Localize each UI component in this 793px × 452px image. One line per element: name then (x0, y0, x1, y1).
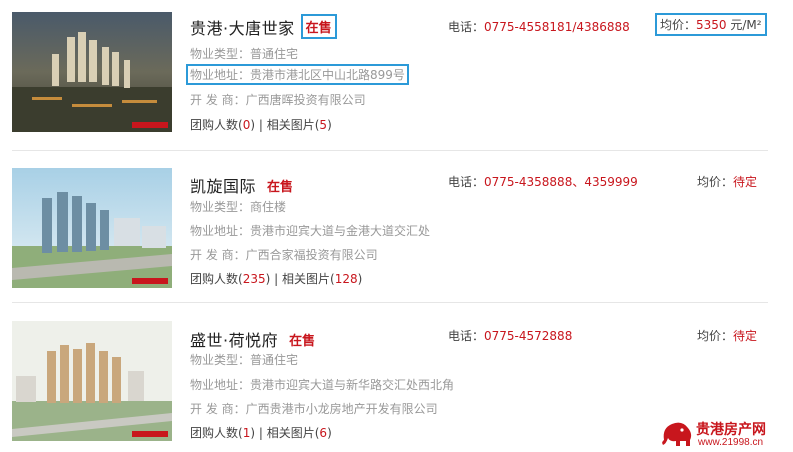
property-type-value: 普通住宅 (250, 353, 299, 367)
property-type: 物业类型：普通住宅 (190, 351, 298, 368)
property-type-value: 商住楼 (250, 200, 287, 214)
watermark-url: www.21998.cn (698, 437, 764, 448)
sale-status-badge: 在售 (300, 14, 337, 39)
developer-value: 广西贵港市小龙房地产开发有限公司 (245, 402, 438, 416)
site-watermark: 贵港房产网 www.21998.cn (660, 418, 788, 450)
property-type-label: 物业类型： (190, 200, 251, 214)
listing-thumbnail[interactable] (12, 168, 172, 288)
phone-value: 0775-4572888 (484, 329, 573, 343)
developer: 开 发 商：广西合家福投资有限公司 (190, 246, 378, 263)
listing-card: 贵港·大唐世家 在售 物业类型：普通住宅 物业地址：贵港市港北区中山北路899号… (0, 0, 793, 150)
property-type-value: 普通住宅 (250, 47, 299, 61)
price-unit: 元/M² (730, 18, 762, 32)
developer-label: 开 发 商： (190, 248, 246, 262)
listing-name[interactable]: 贵港·大唐世家 (190, 15, 295, 39)
separator: | (258, 426, 267, 440)
property-address-label: 物业地址： (190, 68, 251, 82)
photos-count: 5 (319, 118, 328, 132)
sale-status-badge: 在售 (267, 179, 294, 195)
listing-name[interactable]: 凯旋国际 (190, 173, 256, 197)
listing-name[interactable]: 盛世·荷悦府 (190, 327, 278, 351)
property-type: 物业类型：普通住宅 (190, 45, 298, 62)
property-address: 物业地址：贵港市港北区中山北路899号 (186, 64, 409, 85)
phone: 电话：0775-4558181/4386888 (448, 18, 630, 35)
group-buy-label: 团购人数 (190, 118, 239, 132)
phone: 电话：0775-4358888、4359999 (448, 173, 638, 190)
group-buy-link[interactable]: 团购人数(0) (190, 118, 255, 132)
aerial-render-image (12, 12, 172, 132)
property-address-label: 物业地址： (190, 224, 251, 238)
listing-thumbnail[interactable] (12, 321, 172, 441)
price-label: 均价： (697, 175, 734, 189)
price-value: 5350 (696, 18, 727, 32)
listing-title-row: 凯旋国际 在售 (190, 173, 296, 197)
property-address: 物业地址：贵港市迎宾大道与新华路交汇处西北角 (190, 376, 454, 393)
property-address-value: 贵港市港北区中山北路899号 (250, 68, 405, 82)
phone-label: 电话： (448, 329, 485, 343)
photos-link[interactable]: 相关图片(6) (267, 426, 332, 440)
photos-count: 128 (334, 272, 358, 286)
property-address: 物业地址：贵港市迎宾大道与金港大道交汇处 (190, 222, 430, 239)
photos-label: 相关图片 (266, 118, 315, 132)
price-value: 待定 (733, 175, 758, 189)
separator: | (258, 118, 267, 132)
property-address-value: 贵港市迎宾大道与新华路交汇处西北角 (250, 378, 455, 392)
phone-label: 电话： (448, 175, 485, 189)
group-buy-count: 0 (242, 118, 251, 132)
photos-label: 相关图片 (281, 272, 330, 286)
watermark-site-name: 贵港房产网 (696, 422, 766, 438)
developer: 开 发 商：广西唐晖投资有限公司 (190, 91, 366, 108)
average-price: 均价：待定 (697, 327, 757, 344)
property-type: 物业类型：商住楼 (190, 198, 286, 215)
photos-label: 相关图片 (266, 426, 315, 440)
phone-value: 0775-4558181/4386888 (484, 20, 630, 34)
price-value: 待定 (733, 329, 758, 343)
developer: 开 发 商：广西贵港市小龙房地产开发有限公司 (190, 400, 438, 417)
developer-label: 开 发 商： (190, 93, 246, 107)
price-label: 均价： (697, 329, 734, 343)
phone-value: 0775-4358888、4359999 (484, 175, 638, 189)
photos-link[interactable]: 相关图片(5) (267, 118, 332, 132)
phone: 电话：0775-4572888 (448, 327, 572, 344)
listing-title-row: 盛世·荷悦府 在售 (190, 327, 318, 351)
property-type-label: 物业类型： (190, 353, 251, 367)
property-address-value: 贵港市迎宾大道与金港大道交汇处 (250, 224, 431, 238)
price-label: 均价： (660, 18, 697, 32)
group-buy-label: 团购人数 (190, 272, 239, 286)
group-buy-link[interactable]: 团购人数(235) (190, 272, 270, 286)
listing-title-row: 贵港·大唐世家 在售 (190, 14, 337, 39)
listing-thumbnail[interactable] (12, 12, 172, 132)
sale-status-badge: 在售 (289, 333, 316, 349)
photos-count: 6 (319, 426, 328, 440)
developer-value: 广西唐晖投资有限公司 (245, 93, 366, 107)
aerial-render-image (12, 321, 172, 441)
elephant-logo-icon (662, 422, 692, 446)
aerial-render-image (12, 168, 172, 288)
listing-card: 凯旋国际 在售 物业类型：商住楼 物业地址：贵港市迎宾大道与金港大道交汇处 开 … (0, 151, 793, 301)
developer-value: 广西合家福投资有限公司 (245, 248, 378, 262)
average-price: 均价：5350 元/M² (655, 13, 767, 36)
listing-links: 团购人数(235) | 相关图片(128) (190, 270, 362, 287)
group-buy-count: 1 (242, 426, 251, 440)
group-buy-link[interactable]: 团购人数(1) (190, 426, 255, 440)
developer-label: 开 发 商： (190, 402, 246, 416)
phone-label: 电话： (448, 20, 485, 34)
listing-links: 团购人数(0) | 相关图片(5) (190, 116, 332, 133)
average-price: 均价：待定 (697, 173, 757, 190)
separator: | (274, 272, 282, 286)
photos-link[interactable]: 相关图片(128) (282, 272, 362, 286)
listing-links: 团购人数(1) | 相关图片(6) (190, 424, 332, 441)
group-buy-count: 235 (242, 272, 266, 286)
group-buy-label: 团购人数 (190, 426, 239, 440)
property-type-label: 物业类型： (190, 47, 251, 61)
property-address-label: 物业地址： (190, 378, 251, 392)
